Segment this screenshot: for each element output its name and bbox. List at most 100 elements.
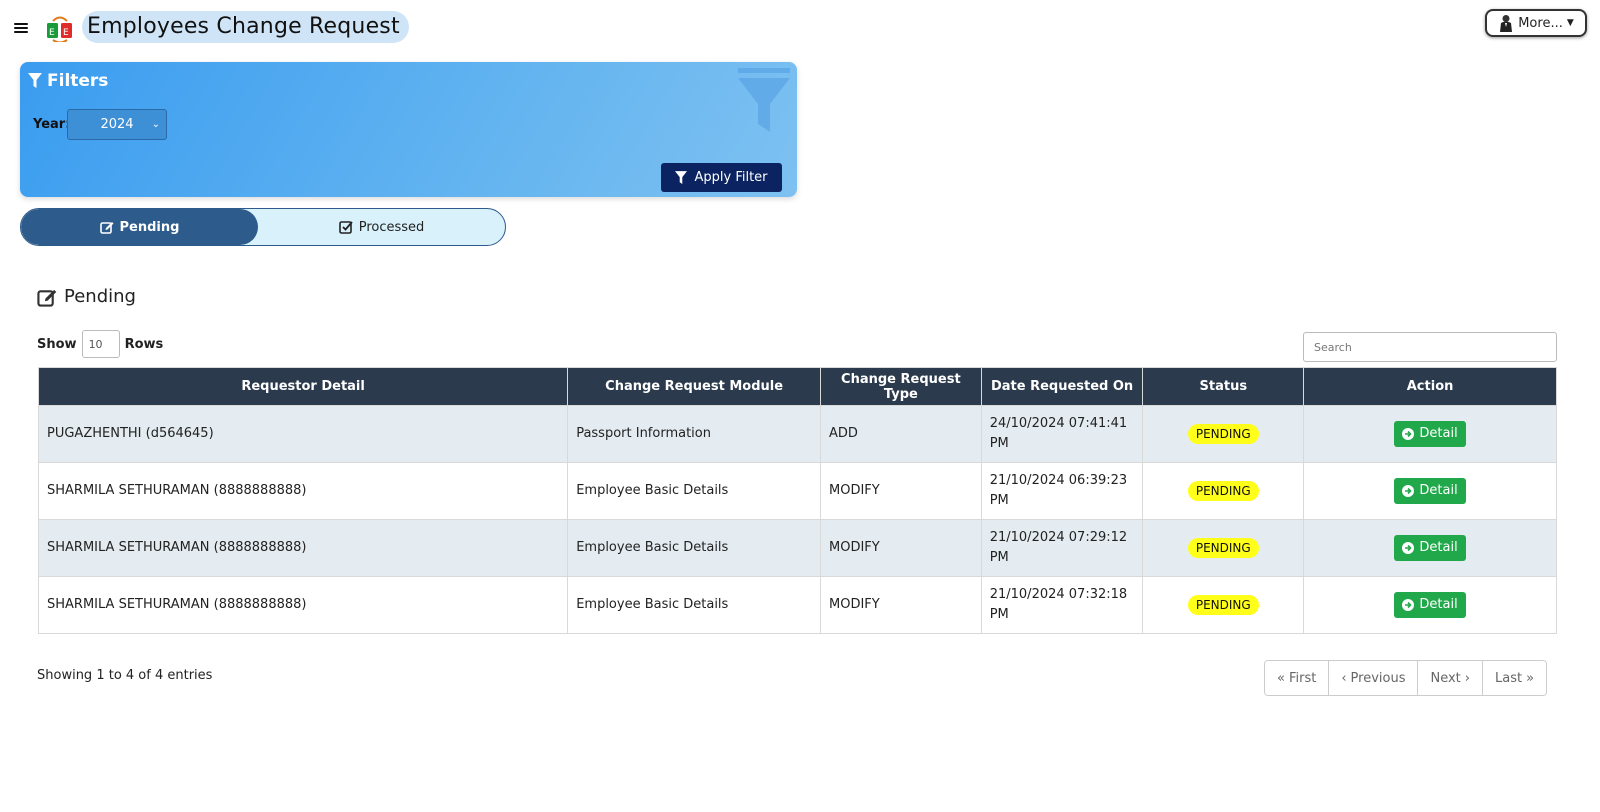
filters-title: Filters: [47, 71, 109, 91]
status-cell: PENDING: [1142, 519, 1305, 577]
filter-watermark-icon: [738, 68, 790, 132]
filters-heading: Filters: [28, 71, 108, 91]
table-row: PUGAZHENTHI (d564645) Passport Informati…: [37, 405, 1557, 463]
status-cell: PENDING: [1142, 462, 1305, 520]
last-page-button[interactable]: Last »: [1482, 661, 1547, 695]
menu-toggle-button[interactable]: [14, 21, 28, 35]
previous-label: Previous: [1350, 670, 1406, 686]
requestor-cell: SHARMILA SETHURAMAN (8888888888): [37, 462, 569, 520]
column-header[interactable]: Change Request Type: [820, 367, 982, 406]
module-cell: Employee Basic Details: [567, 462, 822, 520]
detail-label: Detail: [1419, 540, 1458, 555]
detail-button[interactable]: Detail: [1394, 478, 1466, 504]
tab-pending[interactable]: Pending: [21, 209, 258, 245]
action-cell: Detail: [1303, 519, 1557, 577]
year-select[interactable]: 2024 ⌄: [67, 109, 167, 140]
more-menu-button[interactable]: More... ▼: [1485, 9, 1587, 37]
first-page-button[interactable]: « First: [1265, 661, 1330, 695]
section-title: Pending: [64, 286, 136, 307]
rows-label: Rows: [124, 336, 164, 352]
requestor-cell: SHARMILA SETHURAMAN (8888888888): [37, 519, 569, 577]
tab-processed[interactable]: Processed: [258, 209, 505, 245]
status-cell: PENDING: [1142, 405, 1305, 463]
table-row: SHARMILA SETHURAMAN (8888888888) Employe…: [37, 519, 1557, 577]
year-label: Year:: [33, 117, 71, 132]
detail-button[interactable]: Detail: [1394, 421, 1466, 447]
filter-icon: [28, 73, 42, 88]
action-cell: Detail: [1303, 462, 1557, 520]
arrow-circle-right-icon: [1402, 542, 1415, 554]
column-header[interactable]: Status: [1142, 367, 1305, 406]
hamburger-icon: [14, 23, 28, 25]
status-badge: PENDING: [1187, 537, 1259, 558]
user-avatar-icon: [1500, 15, 1513, 32]
arrow-circle-right-icon: [1402, 428, 1415, 440]
arrow-circle-right-icon: [1402, 599, 1415, 611]
column-header[interactable]: Requestor Detail: [37, 367, 569, 406]
requestor-cell: SHARMILA SETHURAMAN (8888888888): [37, 576, 569, 634]
chevron-down-icon: ⌄: [151, 119, 160, 130]
status-tabs: Pending Processed: [20, 208, 506, 246]
type-cell: MODIFY: [820, 462, 982, 520]
tab-processed-label: Processed: [358, 219, 425, 235]
chevron-left-icon: ‹: [1341, 670, 1347, 686]
apply-filter-button[interactable]: Apply Filter: [661, 163, 782, 192]
filters-panel: Filters Year: 2024 ⌄ Apply Filter: [20, 62, 797, 197]
status-badge: PENDING: [1187, 423, 1259, 444]
apply-filter-label: Apply Filter: [694, 170, 768, 185]
edit-icon: [99, 222, 114, 234]
column-header[interactable]: Change Request Module: [567, 367, 822, 406]
status-badge: PENDING: [1187, 594, 1259, 615]
date-cell: 24/10/2024 07:41:41 PM: [980, 405, 1144, 463]
detail-button[interactable]: Detail: [1394, 535, 1466, 561]
rows-per-page-control: Show Rows: [37, 330, 163, 358]
table-row: SHARMILA SETHURAMAN (8888888888) Employe…: [37, 462, 1557, 520]
next-label: Next: [1430, 670, 1461, 686]
check-square-icon: [338, 221, 353, 234]
type-cell: MODIFY: [820, 519, 982, 577]
status-badge: PENDING: [1187, 480, 1259, 501]
status-cell: PENDING: [1142, 576, 1305, 634]
action-cell: Detail: [1303, 576, 1557, 634]
column-header[interactable]: Action: [1303, 367, 1557, 406]
double-chevron-left-icon: «: [1277, 670, 1285, 686]
chevron-right-icon: ›: [1464, 670, 1470, 686]
show-label: Show: [37, 336, 77, 352]
date-cell: 21/10/2024 07:29:12 PM: [980, 519, 1144, 577]
double-chevron-right-icon: »: [1526, 670, 1535, 686]
app-logo-icon: E E: [47, 16, 72, 42]
column-header[interactable]: Date Requested On: [980, 367, 1144, 406]
type-cell: ADD: [820, 405, 982, 463]
date-cell: 21/10/2024 06:39:23 PM: [980, 462, 1144, 520]
previous-page-button[interactable]: ‹ Previous: [1329, 661, 1419, 695]
section-heading: Pending: [37, 286, 136, 307]
requestor-cell: PUGAZHENTHI (d564645): [37, 405, 569, 463]
action-cell: Detail: [1303, 405, 1557, 463]
module-cell: Passport Information: [567, 405, 822, 463]
module-cell: Employee Basic Details: [567, 576, 822, 634]
first-label: First: [1288, 670, 1317, 686]
page-title: Employees Change Request: [82, 11, 409, 43]
table-header-row: Requestor Detail Change Request Module C…: [37, 367, 1557, 406]
rows-per-page-input[interactable]: [81, 330, 120, 358]
year-select-value: 2024: [100, 117, 134, 132]
tab-pending-label: Pending: [119, 219, 180, 235]
more-menu-label: More...: [1518, 15, 1563, 31]
last-label: Last: [1494, 670, 1523, 686]
table-row: SHARMILA SETHURAMAN (8888888888) Employe…: [37, 576, 1557, 634]
module-cell: Employee Basic Details: [567, 519, 822, 577]
pagination: « First ‹ Previous Next › Last »: [1264, 660, 1548, 696]
date-cell: 21/10/2024 07:32:18 PM: [980, 576, 1144, 634]
detail-label: Detail: [1419, 483, 1458, 498]
filter-icon: [675, 170, 688, 184]
search-input[interactable]: [1303, 332, 1557, 362]
detail-label: Detail: [1419, 426, 1458, 441]
edit-icon: [37, 289, 57, 307]
svg-text:E: E: [49, 28, 55, 38]
arrow-circle-right-icon: [1402, 485, 1415, 497]
caret-down-icon: ▼: [1566, 18, 1574, 28]
detail-label: Detail: [1419, 597, 1458, 612]
entries-info: Showing 1 to 4 of 4 entries: [37, 668, 213, 683]
detail-button[interactable]: Detail: [1394, 592, 1466, 618]
next-page-button[interactable]: Next ›: [1418, 661, 1483, 695]
